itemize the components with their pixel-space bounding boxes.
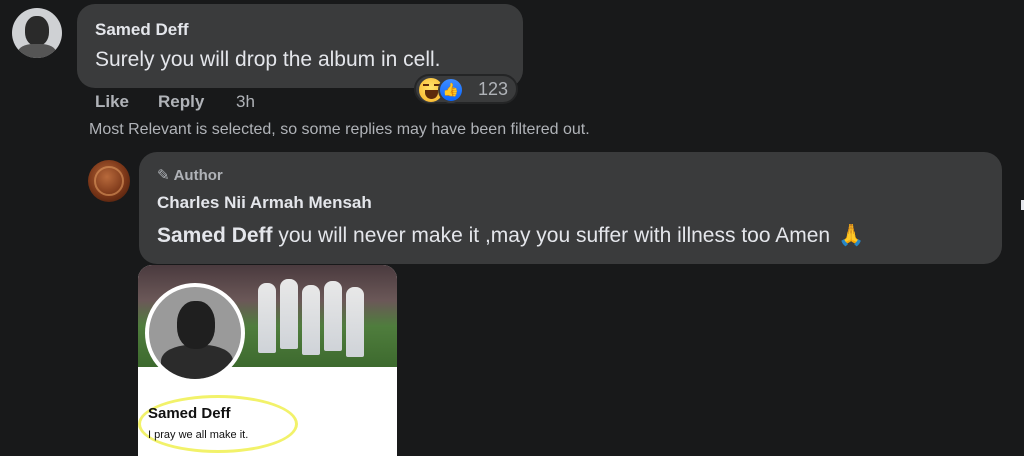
avatar-face [25, 16, 49, 46]
author-badge-label: Author [173, 167, 223, 184]
reply-author-name[interactable]: Charles Nii Armah Mensah [157, 193, 372, 213]
player-figure [324, 281, 342, 351]
avatar-shirt [18, 44, 56, 58]
player-figure [346, 287, 364, 357]
reaction-summary[interactable]: 👍 123 [414, 74, 518, 104]
like-button[interactable]: Like [95, 92, 129, 112]
filter-notice: Most Relevant is selected, so some repli… [89, 121, 590, 138]
author-badge: ✎ Author [157, 166, 223, 184]
player-figure [258, 283, 276, 353]
player-figure [280, 279, 298, 349]
avatar-ring [94, 166, 124, 196]
player-figure [302, 285, 320, 355]
attachment-name: Samed Deff [148, 405, 231, 422]
attachment-caption: I pray we all make it. [148, 429, 249, 441]
pencil-icon: ✎ [157, 167, 170, 184]
reply-author-avatar[interactable] [88, 160, 130, 202]
comment-text: Surely you will drop the album in cell. [95, 48, 441, 71]
reply-text: Samed Deff you will never make it ,may y… [157, 224, 864, 248]
highlight-circle [138, 395, 298, 453]
comment-author-name[interactable]: Samed Deff [95, 20, 189, 40]
reaction-count: 123 [478, 79, 509, 99]
praying-hands-icon: 🙏 [838, 224, 865, 247]
profile-photo-head [177, 301, 215, 349]
reply-image-attachment[interactable]: Samed Deff I pray we all make it. [138, 265, 397, 456]
commenter-avatar[interactable] [12, 8, 62, 58]
profile-photo-body [161, 345, 233, 379]
reply-bubble: ✎ Author Charles Nii Armah Mensah Samed D… [139, 152, 1002, 264]
comment-timestamp[interactable]: 3h [236, 92, 255, 112]
haha-mouth [425, 90, 438, 99]
mention-link[interactable]: Samed Deff [157, 224, 273, 247]
haha-eye-left [423, 84, 429, 89]
reply-body: you will never make it ,may you suffer w… [272, 224, 831, 247]
attachment-profile-photo [145, 283, 245, 383]
like-icon: 👍 [438, 77, 464, 103]
reply-button[interactable]: Reply [158, 92, 204, 112]
